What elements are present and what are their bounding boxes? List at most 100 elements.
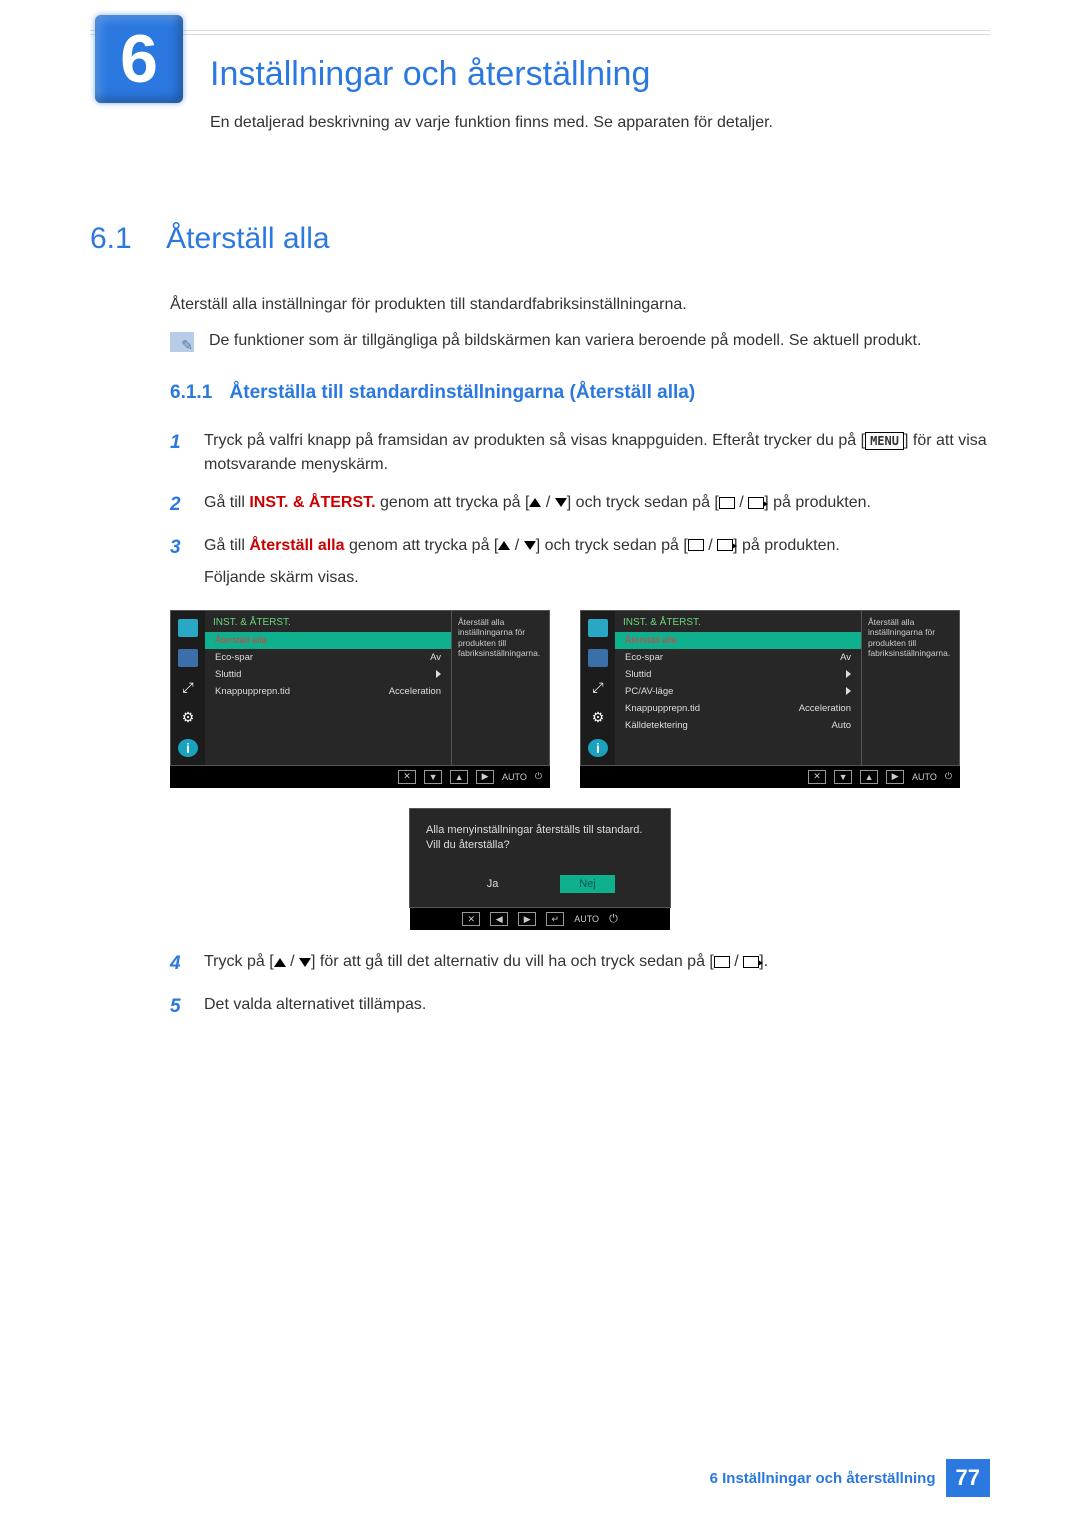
osd-item-sourcedetect[interactable]: KälldetekteringAuto [615, 717, 861, 734]
resize-icon: ⤢ [588, 679, 608, 697]
auto-label[interactable]: AUTO [574, 914, 599, 924]
yes-button[interactable]: Ja [465, 875, 520, 893]
osd-footer: ✕ ▼ ▲ ▶ AUTO ⏻ [580, 766, 960, 788]
rect-icon [688, 539, 704, 551]
step-4: 4 Tryck på [ / ] för att gå till det alt… [170, 950, 990, 979]
source-icon [717, 539, 733, 551]
menu-key: MENU [865, 432, 904, 450]
osd-item-offtimer[interactable]: Sluttid [205, 666, 451, 683]
up-icon[interactable]: ▲ [860, 770, 878, 784]
dialog-line2: Vill du återställa? [426, 838, 654, 853]
osd-reset-dialog: Alla menyinställningar återställs till s… [409, 808, 671, 909]
subsection-heading-6-1-1: 6.1.1 Återställa till standardinställnin… [170, 382, 990, 404]
osd-item-reset-all[interactable]: Återställ alla [615, 632, 861, 649]
down-arrow-icon [299, 958, 311, 967]
osd-item-pcav[interactable]: PC/AV-läge [615, 683, 861, 700]
right-icon[interactable]: ▶ [886, 770, 904, 784]
auto-label[interactable]: AUTO [912, 772, 937, 782]
note-text: De funktioner som är tillgängliga på bil… [209, 332, 921, 350]
left-icon[interactable]: ◀ [490, 912, 508, 926]
source-icon [748, 497, 764, 509]
info-icon: i [178, 739, 198, 757]
up-arrow-icon [274, 958, 286, 967]
chevron-right-icon [846, 687, 851, 695]
step-3: 3 Gå till Återställ alla genom att tryck… [170, 534, 990, 590]
osd-item-eco[interactable]: Eco-sparAv [205, 649, 451, 666]
subsection-title: Återställa till standardinställningarna … [230, 382, 696, 403]
osd-dialog-wrap: Alla menyinställningar återställs till s… [90, 808, 990, 931]
chapter-header: Inställningar och återställning En detal… [210, 35, 990, 132]
dialog-line1: Alla menyinställningar återställs till s… [426, 823, 654, 838]
gear-icon: ⚙ [178, 709, 198, 727]
resize-icon: ⤢ [178, 679, 198, 697]
power-icon[interactable]: ⏻ [535, 771, 542, 782]
chevron-right-icon [846, 670, 851, 678]
up-arrow-icon [498, 541, 510, 550]
down-arrow-icon [524, 541, 536, 550]
page-footer: 6 Inställningar och återställning 77 [710, 1459, 990, 1497]
monitor-icon [178, 619, 198, 637]
right-icon[interactable]: ▶ [476, 770, 494, 784]
section-heading-6-1: 6.1 Återställ alla [90, 222, 990, 256]
chapter-badge: 6 [95, 15, 183, 103]
osd-row: ⤢ ⚙ i INST. & ÅTERST. Återställ alla Eco… [170, 610, 990, 788]
source-icon [743, 956, 759, 968]
step-5: 5 Det valda alternativet tillämpas. [170, 993, 990, 1022]
osd-panel-right: ⤢ ⚙ i INST. & ÅTERST. Återställ alla Eco… [580, 610, 960, 788]
osd-panel-left: ⤢ ⚙ i INST. & ÅTERST. Återställ alla Eco… [170, 610, 550, 788]
osd-item-keyrepeat[interactable]: Knappupprepn.tidAcceleration [205, 683, 451, 700]
close-icon[interactable]: ✕ [398, 770, 416, 784]
osd-main-left: INST. & ÅTERST. Återställ alla Eco-sparA… [205, 611, 451, 765]
chapter-subtitle: En detaljerad beskrivning av varje funkt… [210, 114, 990, 132]
osd-dialog-footer: ✕ ◀ ▶ ↵ AUTO ⏻ [410, 908, 670, 930]
no-button[interactable]: Nej [560, 875, 615, 893]
osd-sidebar: ⤢ ⚙ i [171, 611, 205, 765]
osd-item-eco[interactable]: Eco-sparAv [615, 649, 861, 666]
osd-item-keyrepeat[interactable]: Knappupprepn.tidAcceleration [615, 700, 861, 717]
note-row: De funktioner som är tillgängliga på bil… [170, 332, 990, 352]
power-icon[interactable]: ⏻ [609, 913, 618, 926]
auto-label[interactable]: AUTO [502, 772, 527, 782]
rect-icon [719, 497, 735, 509]
osd-footer: ✕ ▼ ▲ ▶ AUTO ⏻ [170, 766, 550, 788]
monitor-icon [588, 619, 608, 637]
down-arrow-icon [555, 498, 567, 507]
power-icon[interactable]: ⏻ [945, 771, 952, 782]
osd-item-offtimer[interactable]: Sluttid [615, 666, 861, 683]
right-icon[interactable]: ▶ [518, 912, 536, 926]
step-1: 1 Tryck på valfri knapp på framsidan av … [170, 429, 990, 477]
manual-page: 6 Inställningar och återställning En det… [0, 0, 1080, 1527]
footer-page-number: 77 [946, 1459, 990, 1497]
down-icon[interactable]: ▼ [424, 770, 442, 784]
osd-title: INST. & ÅTERST. [615, 611, 861, 632]
section-intro: Återställ alla inställningar för produkt… [170, 296, 990, 314]
step-2: 2 Gå till INST. & ÅTERST. genom att tryc… [170, 491, 990, 520]
osd-desc: Återställ alla inställningarna för produ… [861, 611, 959, 765]
aterstall-alla-label: Återställ alla [249, 537, 344, 554]
subsection-number: 6.1.1 [170, 382, 212, 403]
chevron-right-icon [436, 670, 441, 678]
osd-sidebar: ⤢ ⚙ i [581, 611, 615, 765]
footer-chapter-label: 6 Inställningar och återställning [710, 1470, 936, 1487]
close-icon[interactable]: ✕ [462, 912, 480, 926]
steps-list: 1 Tryck på valfri knapp på framsidan av … [170, 429, 990, 590]
down-icon[interactable]: ▼ [834, 770, 852, 784]
info-icon: i [588, 739, 608, 757]
close-icon[interactable]: ✕ [808, 770, 826, 784]
chapter-title: Inställningar och återställning [210, 55, 990, 94]
osd-title: INST. & ÅTERST. [205, 611, 451, 632]
slider-icon [178, 649, 198, 667]
up-arrow-icon [529, 498, 541, 507]
up-icon[interactable]: ▲ [450, 770, 468, 784]
osd-item-reset-all[interactable]: Återställ alla [205, 632, 451, 649]
slider-icon [588, 649, 608, 667]
gear-icon: ⚙ [588, 709, 608, 727]
section-title: Återställ alla [166, 222, 329, 255]
osd-desc: Återställ alla inställningarna för produ… [451, 611, 549, 765]
section-number: 6.1 [90, 222, 132, 255]
note-icon [170, 332, 194, 352]
inst-aterst-label: INST. & ÅTERST. [249, 494, 375, 511]
osd-main-right: INST. & ÅTERST. Återställ alla Eco-sparA… [615, 611, 861, 765]
rect-icon [714, 956, 730, 968]
enter-icon[interactable]: ↵ [546, 912, 564, 926]
